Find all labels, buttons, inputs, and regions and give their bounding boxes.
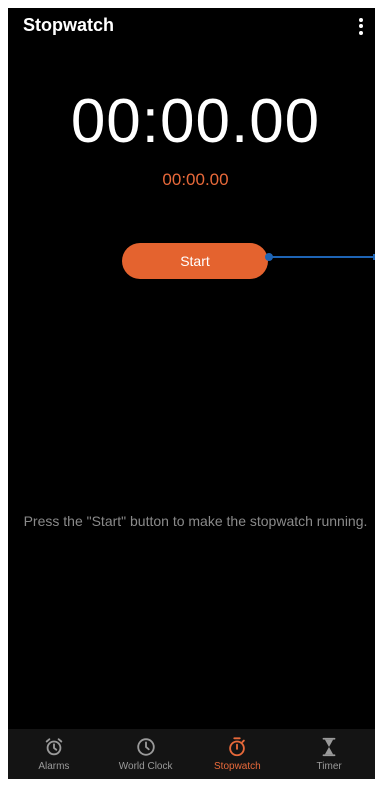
pointer-dot — [265, 253, 273, 261]
more-vert-icon-dot — [359, 30, 363, 35]
hint-text: Press the "Start" button to make the sto… — [23, 513, 368, 529]
lap-time-display: 00:00.00 — [162, 170, 229, 189]
bottom-nav: Alarms World Clock Stopwatch Timer — [8, 729, 375, 779]
clock-icon — [136, 738, 155, 756]
pointer-line — [268, 256, 375, 258]
stopwatch-screen: Stopwatch 00:00.00 00:00.00 Start Press … — [8, 8, 375, 779]
alarm-icon — [45, 738, 63, 756]
main-time-display: 00:00.00 — [70, 87, 321, 156]
nav-label-alarms: Alarms — [38, 761, 70, 772]
nav-label-world-clock: World Clock — [118, 761, 173, 772]
nav-label-stopwatch: Stopwatch — [214, 761, 261, 772]
more-vert-icon — [359, 17, 363, 22]
nav-item-world-clock[interactable]: World Clock — [100, 729, 192, 779]
start-button[interactable]: Start — [122, 243, 268, 279]
hourglass-icon — [322, 737, 336, 757]
nav-item-stopwatch[interactable]: Stopwatch — [192, 729, 284, 779]
nav-item-alarms[interactable]: Alarms — [8, 729, 100, 779]
app-bar: Stopwatch — [8, 8, 375, 44]
stopwatch-icon — [229, 737, 246, 757]
page-title: Stopwatch — [23, 15, 115, 35]
more-vert-icon-dot — [359, 24, 363, 28]
nav-item-timer[interactable]: Timer — [283, 729, 375, 779]
more-options-button[interactable] — [353, 14, 369, 38]
nav-label-timer: Timer — [316, 761, 342, 772]
